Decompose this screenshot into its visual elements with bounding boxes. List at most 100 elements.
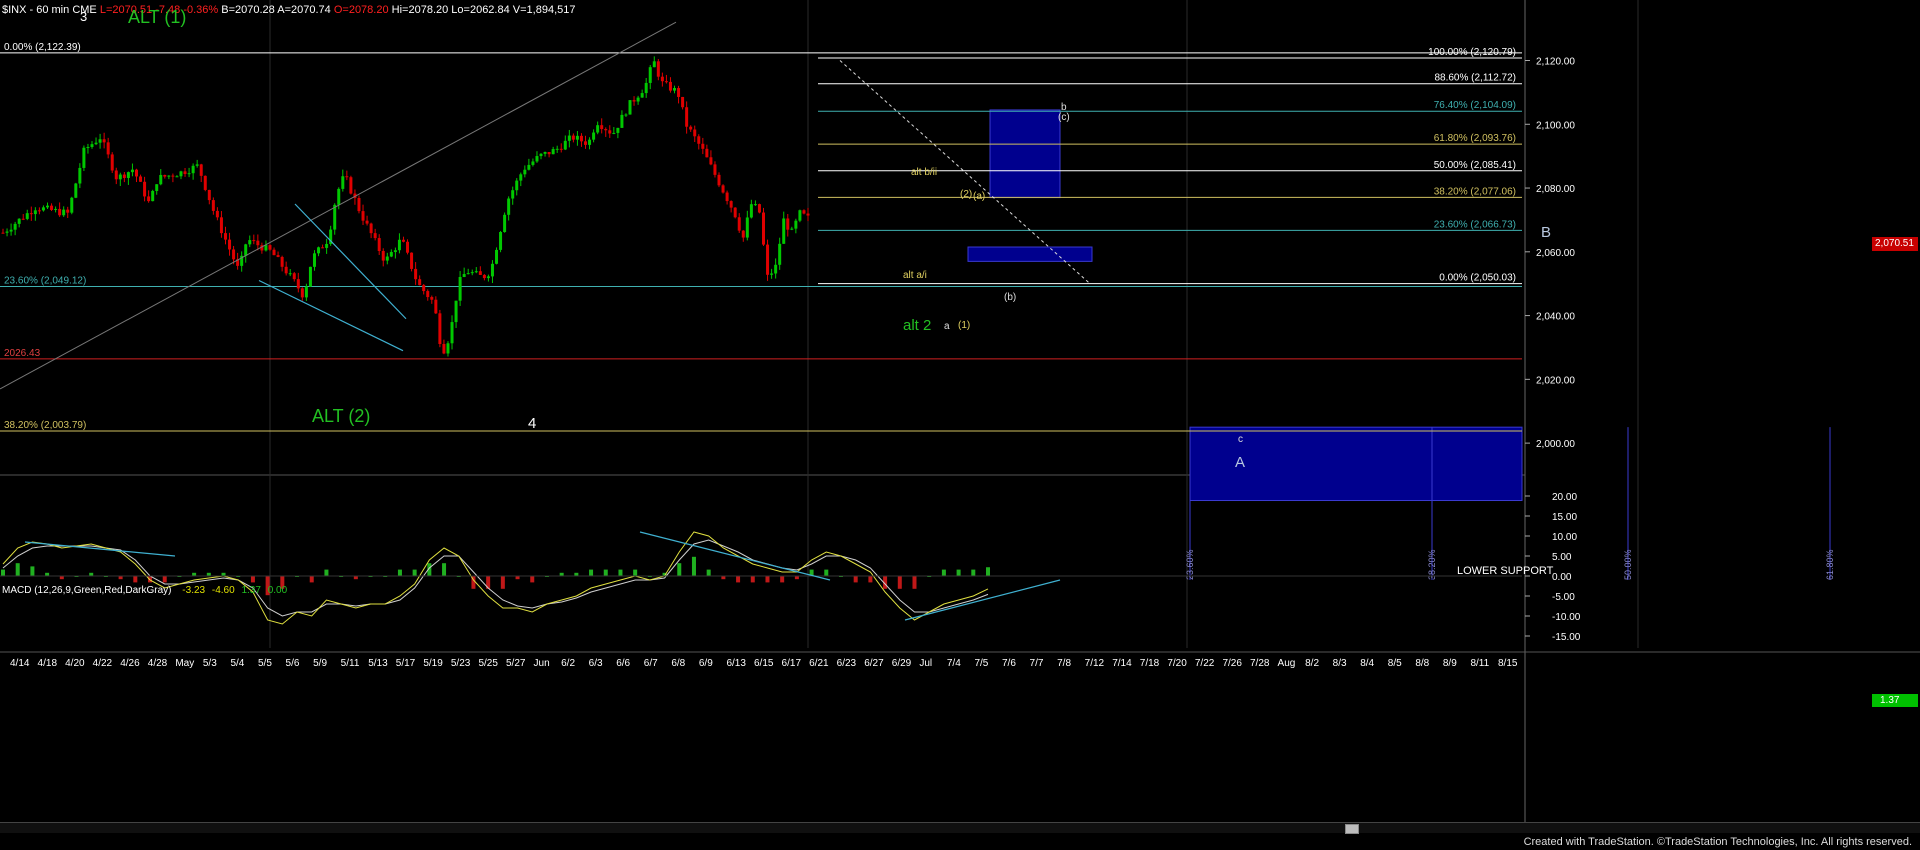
macd-histogram-bar (309, 576, 314, 583)
price-candle (381, 250, 385, 261)
price-candle (450, 322, 454, 344)
scrollbar-thumb[interactable] (1345, 824, 1359, 834)
wave-label-alt-1: ALT (1) (128, 7, 187, 27)
price-tick-label: 2,100.00 (1536, 120, 1575, 131)
date-tick-label: 8/9 (1443, 658, 1457, 669)
price-candle (640, 93, 644, 98)
wave-label-big-a: A (1235, 454, 1246, 471)
price-candle (50, 205, 54, 210)
wave-label-2: (2) (960, 189, 973, 200)
price-candle (584, 141, 588, 145)
price-candle (13, 223, 17, 230)
date-tick-label: 7/20 (1167, 658, 1187, 669)
price-candle (94, 142, 98, 145)
macd-histogram-bar (250, 576, 255, 583)
date-tick-label: 6/15 (754, 658, 774, 669)
left-fib-label: 23.60% (2,049.12) (4, 276, 86, 287)
date-tick-label: 7/5 (974, 658, 988, 669)
price-candle (495, 249, 499, 264)
macd-histogram-bar (324, 569, 329, 576)
price-candle (446, 343, 450, 354)
date-tick-label: 5/27 (506, 658, 526, 669)
price-candle (179, 171, 183, 177)
price-candle (308, 266, 312, 287)
macd-tick-label: -5.00 (1552, 592, 1575, 603)
price-candle (426, 291, 430, 298)
last-price-tag: 2,070.51 (1872, 237, 1918, 251)
macd-value-1: -3.23 (182, 585, 206, 596)
date-tick-label: 6/8 (671, 658, 685, 669)
price-candle (689, 126, 693, 130)
price-candle (264, 245, 268, 251)
wave-label-4: 4 (528, 415, 537, 432)
price-candle (745, 217, 749, 238)
wedge-upper-line (294, 203, 407, 320)
date-tick-label: 5/9 (313, 658, 327, 669)
target-boxes-layer: 23.60% 38.20% 50.00% 61.80% (967, 109, 1835, 580)
price-candle (401, 239, 405, 242)
price-candle (159, 174, 163, 185)
price-candle (304, 286, 308, 298)
price-candle (337, 188, 341, 205)
macd-histogram-bar (986, 567, 990, 576)
wave-label-small-c: c (1238, 434, 1243, 445)
price-candle (681, 96, 685, 108)
volume-label: V=1,894,517 (512, 4, 576, 16)
price-candle (668, 81, 672, 91)
high-label: Hi=2078.20 (391, 4, 449, 16)
price-candle (664, 81, 668, 83)
price-candle (466, 273, 470, 275)
date-tick-label: 6/29 (892, 658, 912, 669)
price-candle (300, 288, 304, 298)
price-candle (579, 135, 583, 142)
macd-value-4: 0.00 (267, 585, 288, 596)
price-candle (248, 240, 252, 245)
date-tick-label: 8/15 (1498, 658, 1518, 669)
lower-box-fib-label: 38.20% (1427, 549, 1437, 580)
price-candle (438, 313, 442, 344)
price-candle (37, 210, 41, 212)
price-candle (624, 114, 628, 116)
horizontal-scrollbar[interactable] (0, 822, 1920, 834)
price-candle (563, 140, 567, 150)
price-candle (685, 107, 689, 127)
price-candle (268, 245, 272, 250)
macd-title: MACD (12,26,9,Green,Red,DarkGray) (2, 585, 172, 596)
ask-label: A=2070.74 (277, 4, 331, 16)
price-candle (232, 249, 236, 260)
price-candle (790, 228, 794, 230)
macd-histogram-bar (941, 569, 946, 576)
symbol-label: $INX - 60 min (2, 4, 70, 16)
price-candle (511, 190, 515, 199)
date-tick-label: 8/5 (1388, 658, 1402, 669)
price-candle (365, 220, 369, 224)
grid-layer (0, 0, 1920, 822)
macd-trendline-3 (904, 579, 1061, 621)
price-candle (219, 217, 223, 234)
price-candle (418, 279, 422, 286)
date-tick-label: 7/6 (1002, 658, 1016, 669)
price-candle (272, 249, 276, 256)
price-candle (806, 213, 810, 216)
price-candle (292, 273, 296, 280)
price-candle (778, 243, 782, 265)
macd-histogram-bar (633, 569, 638, 576)
macd-layer (0, 531, 1522, 625)
price-candle (555, 148, 559, 150)
price-candle (41, 207, 45, 211)
price-candle (134, 169, 138, 177)
price-candle (753, 204, 757, 206)
price-candle (377, 238, 381, 251)
price-candle (280, 256, 284, 267)
price-candle (733, 207, 737, 218)
macd-tick-label: -15.00 (1552, 632, 1581, 643)
price-candle (725, 192, 729, 202)
price-candle (539, 153, 543, 157)
date-tick-label: 7/14 (1112, 658, 1132, 669)
date-tick-label: 6/2 (561, 658, 575, 669)
price-candle (98, 139, 102, 143)
footer-credit: Created with TradeStation. ©TradeStation… (1523, 836, 1912, 848)
macd-tick-label: 5.00 (1552, 552, 1572, 563)
price-candle (90, 144, 94, 147)
price-candle (462, 274, 466, 277)
